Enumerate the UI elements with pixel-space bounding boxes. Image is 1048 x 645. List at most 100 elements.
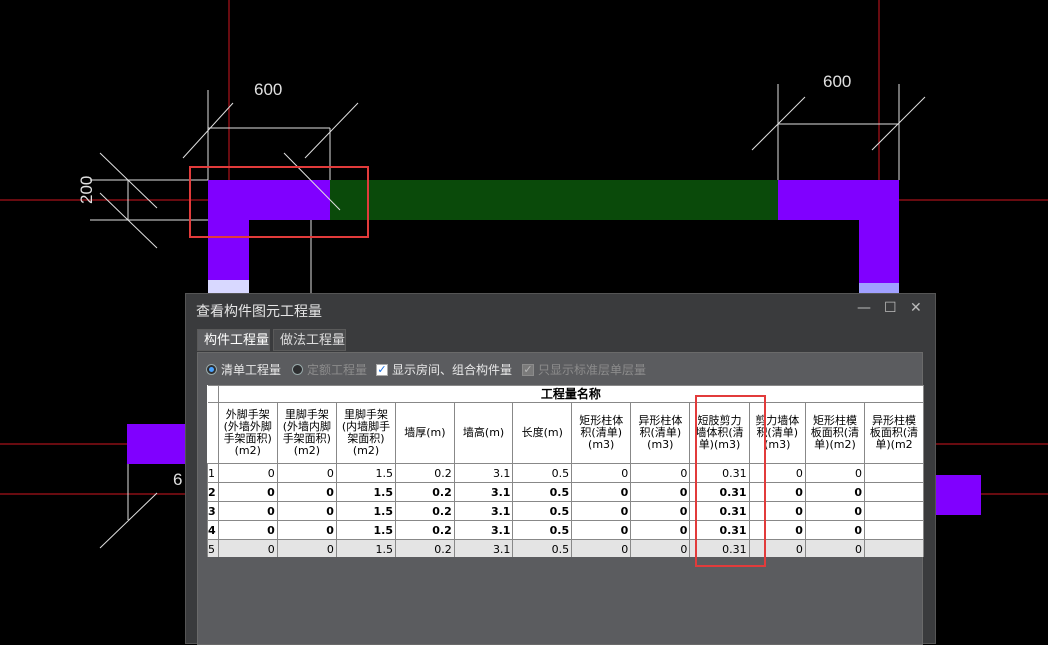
group-header: 工程量名称: [217, 385, 924, 403]
corner-cell: [207, 385, 219, 403]
table-cell[interactable]: 0: [276, 501, 337, 521]
tab-component-quantity[interactable]: 构件工程量: [197, 329, 270, 351]
column-header-row: 外脚手架(外墙外脚手架面积)(m2) 里脚手架(外墙内脚手架面积)(m2) 里脚手架…: [207, 402, 924, 464]
table-row[interactable]: 4 0 0 1.5 0.2 3.1 0.5 0 0 0.31 0 0: [207, 520, 924, 540]
table-cell[interactable]: 0.5: [512, 520, 573, 540]
table-cell[interactable]: 0.5: [512, 463, 573, 483]
checkbox-icon: ✓: [522, 362, 534, 376]
table-cell[interactable]: 0.2: [395, 482, 455, 502]
row-number-header: [207, 402, 219, 464]
table-cell[interactable]: 0.5: [512, 539, 573, 557]
row-number: 5: [207, 539, 219, 557]
table-cell[interactable]: 0: [804, 520, 866, 540]
table-cell[interactable]: 0: [571, 482, 632, 502]
checkbox-standard-floor[interactable]: ✓ 只显示标准层单层量: [522, 361, 646, 378]
table-cell[interactable]: 0: [630, 539, 691, 557]
maximize-icon[interactable]: ☐: [884, 300, 897, 316]
row-number: 2: [207, 482, 219, 502]
radio-bill-quantity[interactable]: 清单工程量: [206, 361, 281, 378]
table-cell[interactable]: 0: [630, 520, 691, 540]
wall-end-right: [859, 283, 899, 293]
column-header[interactable]: 矩形柱体积(清单)(m3): [571, 402, 632, 464]
table-cell[interactable]: [864, 482, 924, 502]
row-number: 3: [207, 501, 219, 521]
table-cell[interactable]: 1.5: [335, 520, 397, 540]
table-cell[interactable]: 0: [217, 501, 278, 521]
shear-wall-green[interactable]: [330, 180, 778, 220]
short-limb-wall-right[interactable]: [778, 180, 899, 283]
highlight-box-wall-corner: [189, 166, 369, 238]
table-cell[interactable]: 0.2: [395, 463, 455, 483]
table-cell[interactable]: 0: [276, 482, 337, 502]
table-cell[interactable]: 0: [276, 539, 337, 557]
row-number: 4: [207, 520, 219, 540]
minimize-icon[interactable]: —: [857, 300, 871, 316]
checkbox-show-room[interactable]: ✓ 显示房间、组合构件量: [376, 361, 512, 378]
table-cell[interactable]: 0: [804, 482, 866, 502]
table-row[interactable]: 2 0 0 1.5 0.2 3.1 0.5 0 0 0.31 0 0: [207, 482, 924, 502]
dialog-title: 查看构件图元工程量: [196, 304, 322, 320]
column-header[interactable]: 墙高(m): [453, 402, 514, 464]
dimension-label: 6: [173, 470, 183, 489]
table-row[interactable]: 3 0 0 1.5 0.2 3.1 0.5 0 0 0.31 0 0: [207, 501, 924, 521]
radio-quota-quantity[interactable]: 定额工程量: [292, 361, 367, 378]
table-cell[interactable]: 1.5: [335, 501, 397, 521]
table-cell[interactable]: 0: [630, 501, 691, 521]
table-cell[interactable]: 0.2: [395, 501, 455, 521]
column-header[interactable]: 异形柱模板面积(清单)(m2: [864, 402, 924, 464]
table-cell[interactable]: [864, 520, 924, 540]
table-cell[interactable]: 0: [276, 463, 337, 483]
table-cell[interactable]: 0.2: [395, 539, 455, 557]
highlight-box-column: [695, 395, 766, 567]
wall-segment-left-lower[interactable]: [127, 424, 185, 464]
checkbox-icon: ✓: [376, 362, 388, 376]
quantity-table: 工程量名称 外脚手架(外墙外脚手架面积)(m2) 里脚手架(外墙内脚手架面积)(m…: [207, 385, 924, 557]
table-cell[interactable]: 0: [276, 520, 337, 540]
quantity-dialog[interactable]: 查看构件图元工程量 — ☐ ✕ 构件工程量 做法工程量 清单工程量 定额工程量 …: [185, 293, 936, 645]
table-cell[interactable]: 0: [217, 463, 278, 483]
dimension-label: 600: [823, 72, 852, 91]
table-cell[interactable]: 0: [804, 539, 866, 557]
table-cell[interactable]: 1.5: [335, 463, 397, 483]
table-cell[interactable]: 0: [571, 501, 632, 521]
table-row[interactable]: 5 0 0 1.5 0.2 3.1 0.5 0 0 0.31 0 0: [207, 539, 924, 557]
table-cell[interactable]: 0: [217, 482, 278, 502]
table-cell[interactable]: 0: [571, 520, 632, 540]
table-cell[interactable]: 0: [630, 463, 691, 483]
table-cell[interactable]: 1.5: [335, 482, 397, 502]
table-cell[interactable]: 0.5: [512, 501, 573, 521]
column-header[interactable]: 矩形柱模板面积(清单)(m2): [804, 402, 866, 464]
table-cell[interactable]: 0: [804, 501, 866, 521]
quantity-table-wrap[interactable]: 工程量名称 外脚手架(外墙外脚手架面积)(m2) 里脚手架(外墙内脚手架面积)(m…: [207, 385, 924, 557]
table-cell[interactable]: 3.1: [453, 482, 514, 502]
table-cell[interactable]: 1.5: [335, 539, 397, 557]
table-cell[interactable]: 3.1: [453, 539, 514, 557]
dimension-label: 600: [254, 80, 283, 99]
column-header[interactable]: 外脚手架(外墙外脚手架面积)(m2): [217, 402, 278, 464]
column-header[interactable]: 里脚手架(内墙脚手架面积)(m2): [335, 402, 397, 464]
table-cell[interactable]: 0: [571, 463, 632, 483]
wall-segment-right-lower[interactable]: [936, 475, 981, 515]
close-icon[interactable]: ✕: [910, 300, 922, 316]
table-cell[interactable]: 0: [630, 482, 691, 502]
column-header[interactable]: 长度(m): [512, 402, 573, 464]
table-row[interactable]: 1 0 0 1.5 0.2 3.1 0.5 0 0 0.31 0 0: [207, 463, 924, 483]
table-cell[interactable]: [864, 463, 924, 483]
table-cell[interactable]: 0.2: [395, 520, 455, 540]
wall-end-left: [208, 280, 249, 293]
table-cell[interactable]: [864, 539, 924, 557]
table-cell[interactable]: [864, 501, 924, 521]
dimension-label-vertical: 200: [77, 175, 96, 204]
table-cell[interactable]: 0: [217, 520, 278, 540]
table-cell[interactable]: 3.1: [453, 520, 514, 540]
column-header[interactable]: 异形柱体积(清单)(m3): [630, 402, 691, 464]
table-cell[interactable]: 0: [571, 539, 632, 557]
table-cell[interactable]: 3.1: [453, 501, 514, 521]
column-header[interactable]: 墙厚(m): [395, 402, 455, 464]
table-cell[interactable]: 0.5: [512, 482, 573, 502]
table-cell[interactable]: 0: [217, 539, 278, 557]
column-header[interactable]: 里脚手架(外墙内脚手架面积)(m2): [276, 402, 337, 464]
tab-method-quantity[interactable]: 做法工程量: [273, 329, 346, 351]
table-cell[interactable]: 0: [804, 463, 866, 483]
table-cell[interactable]: 3.1: [453, 463, 514, 483]
